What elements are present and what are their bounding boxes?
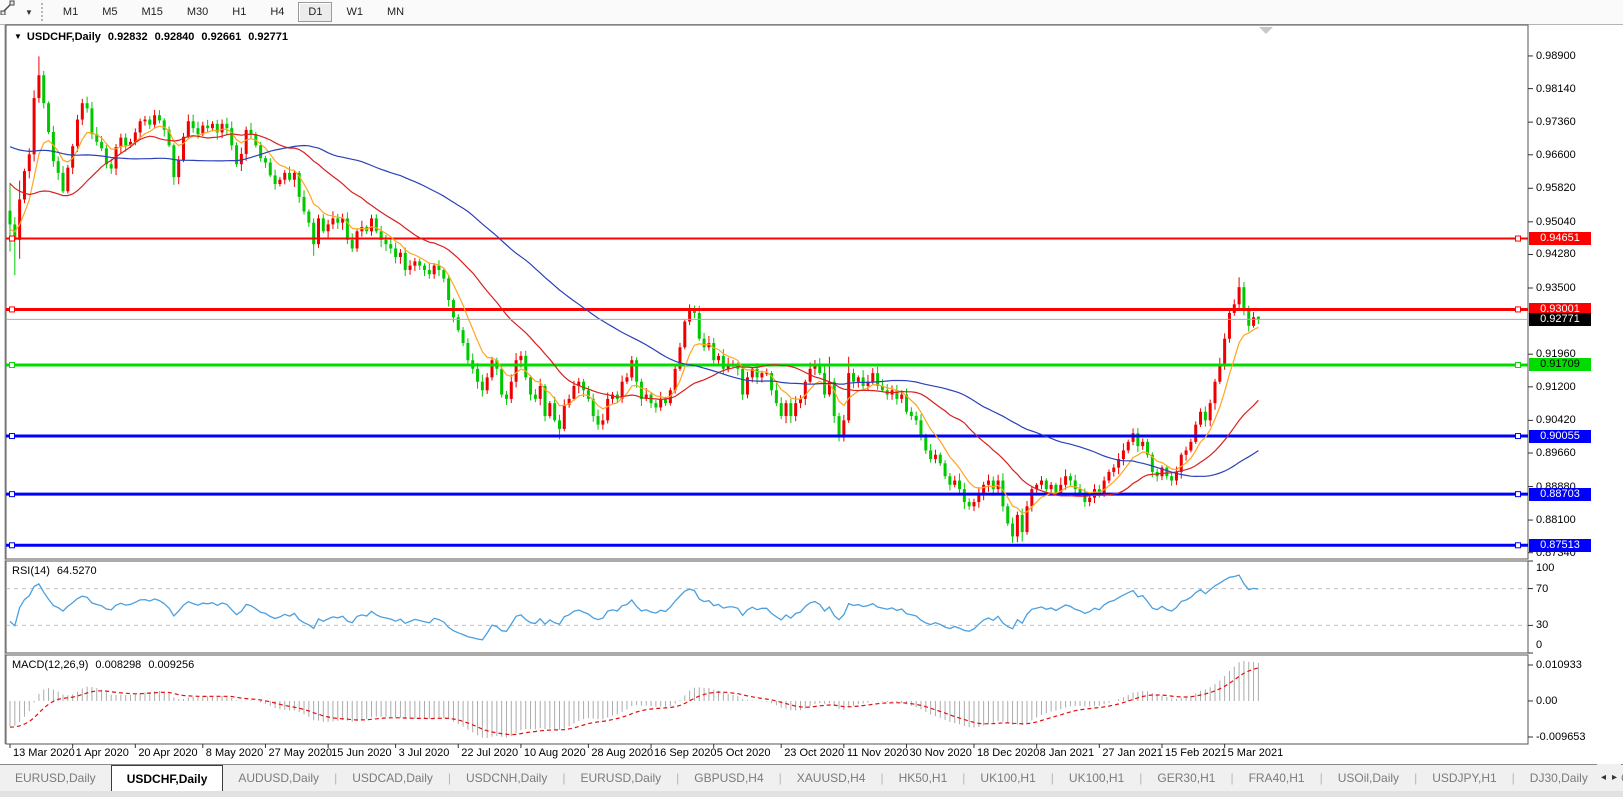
date-label: 20 Apr 2020	[138, 747, 198, 759]
mid-ma	[9, 133, 1259, 497]
rsi-line	[9, 574, 1259, 641]
date-label: 16 Sep 2020	[654, 747, 717, 759]
date-label: 23 Oct 2020	[784, 747, 845, 759]
macd-signal-line	[9, 667, 1259, 736]
chart-title: ▼ USDCHF,Daily 0.92832 0.92840 0.92661 0.9277…	[14, 31, 288, 43]
chart-canvas[interactable]	[0, 0, 1623, 797]
date-label: 27 May 2020	[268, 747, 333, 759]
macd-axis-label: 0.00	[1536, 694, 1558, 707]
price-badge-0.90055: 0.90055	[1529, 429, 1591, 443]
price-badge-0.91709: 0.91709	[1529, 358, 1591, 372]
date-label: 1 Apr 2020	[75, 747, 129, 759]
price-badge-0.88703: 0.88703	[1529, 487, 1591, 501]
price-tick: 0.98140	[1536, 82, 1576, 95]
pane-border	[5, 24, 1529, 560]
date-label: 28 Aug 2020	[591, 747, 654, 759]
hline-handle[interactable]	[9, 235, 15, 242]
slow-ma	[9, 144, 1259, 478]
date-label: 22 Jul 2020	[461, 747, 519, 759]
price-tick: 0.89660	[1536, 447, 1576, 460]
date-label: 11 Nov 2020	[846, 747, 909, 759]
macd-histogram	[9, 661, 1259, 738]
hline-handle[interactable]	[9, 306, 15, 313]
price-tick: 0.88100	[1536, 514, 1576, 527]
chart-shift-marker-icon[interactable]	[1259, 27, 1273, 34]
macd-axis-label: -0.009653	[1536, 731, 1586, 743]
price-tick: 0.93500	[1536, 281, 1576, 294]
hline-handle[interactable]	[1515, 542, 1521, 549]
date-label: 15 Jun 2020	[331, 747, 392, 759]
macd-axis-label: 0.010933	[1536, 659, 1582, 671]
price-badge-0.94651: 0.94651	[1529, 232, 1591, 246]
rsi-axis-label: 0	[1536, 639, 1543, 651]
hline-handle[interactable]	[9, 361, 15, 368]
date-label: 27 Jan 2021	[1102, 747, 1163, 759]
rsi-axis-label: 70	[1536, 582, 1549, 595]
price-tick: 0.95040	[1536, 215, 1576, 228]
hline-handle[interactable]	[1515, 235, 1521, 242]
date-label: 13 Mar 2020	[13, 747, 75, 759]
price-tick: 0.97360	[1536, 116, 1576, 129]
price-tick: 0.94280	[1536, 248, 1576, 261]
chart-symbol-label: USDCHF,Daily	[26, 31, 101, 43]
current-price-badge: 0.92771	[1529, 312, 1591, 326]
price-tick: 0.91200	[1536, 380, 1576, 393]
date-label: 10 Aug 2020	[523, 747, 586, 759]
ohlc-low: 0.92661	[201, 31, 242, 43]
rsi-value: 64.5270	[56, 565, 97, 577]
price-tick: 0.96600	[1536, 148, 1576, 161]
candlestick-series	[8, 56, 1260, 543]
macd-main-value: 0.008298	[95, 659, 142, 671]
hline-handle[interactable]	[9, 491, 15, 498]
price-badge-0.87513: 0.87513	[1529, 538, 1591, 552]
indicator-list-arrow-icon[interactable]: ▼	[14, 32, 22, 41]
ohlc-open: 0.92832	[107, 31, 148, 43]
hline-handle[interactable]	[9, 433, 15, 440]
date-label: 18 Dec 2020	[977, 747, 1040, 759]
rsi-axis-label: 30	[1536, 619, 1549, 632]
fast-ma	[9, 125, 1259, 515]
hline-handle[interactable]	[1515, 361, 1521, 368]
date-label: 3 Jul 2020	[398, 747, 450, 759]
hline-handle[interactable]	[1515, 491, 1521, 498]
macd-label: MACD(12,26,9) 0.008298 0.009256	[12, 659, 195, 671]
date-label: 8 May 2020	[205, 747, 264, 759]
hline-handle[interactable]	[1515, 433, 1521, 440]
pane-border	[5, 560, 1529, 654]
date-label: 15 Feb 2021	[1164, 747, 1227, 759]
hline-objects	[6, 235, 1528, 549]
hline-handle[interactable]	[9, 542, 15, 549]
price-tick: 0.98900	[1536, 49, 1576, 62]
trading-terminal-window: ▼ M1 M5 M15 M30 H1 H4 D1 W1 MN ▼ USDCHF,Daily 0.92…	[0, 0, 1623, 797]
price-tick: 0.90420	[1536, 414, 1576, 427]
ohlc-high: 0.92840	[154, 31, 195, 43]
macd-signal-value: 0.009256	[148, 659, 195, 671]
rsi-label: RSI(14) 64.5270	[12, 565, 97, 577]
price-tick: 0.95820	[1536, 182, 1576, 195]
date-label: 5 Oct 2020	[716, 747, 771, 759]
rsi-axis-label: 100	[1536, 562, 1555, 574]
hline-handle[interactable]	[1515, 306, 1521, 313]
date-label: 5 Mar 2021	[1227, 747, 1284, 759]
ohlc-close: 0.92771	[248, 31, 288, 43]
date-label: 30 Nov 2020	[909, 747, 972, 759]
date-label: 8 Jan 2021	[1039, 747, 1095, 759]
